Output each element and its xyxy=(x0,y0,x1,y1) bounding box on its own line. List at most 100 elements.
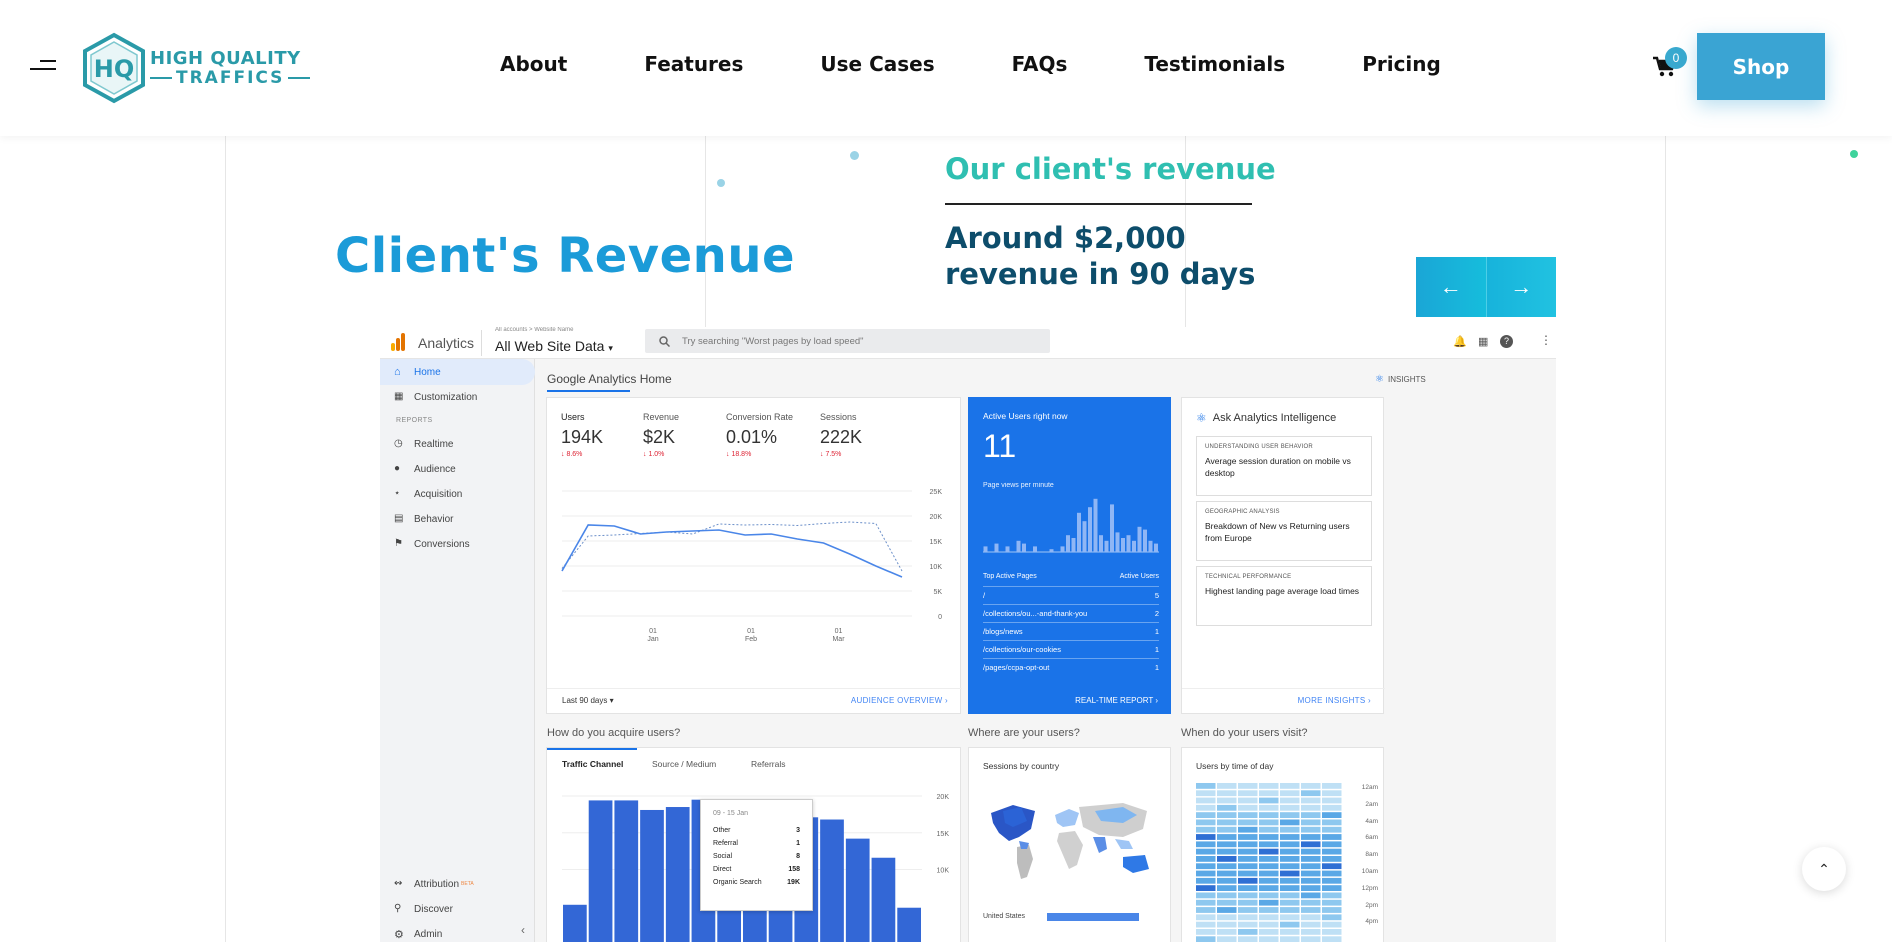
more-insights-link[interactable]: MORE INSIGHTS › xyxy=(1298,696,1371,705)
page-users: 1 xyxy=(1154,663,1159,672)
heatmap-cell xyxy=(1280,819,1300,826)
heatmap-cell xyxy=(1238,819,1258,826)
pageview-bar xyxy=(1077,512,1081,552)
heatmap-cell xyxy=(1322,907,1342,913)
heatmap-cell xyxy=(1280,899,1300,906)
heatmap-cell xyxy=(1301,892,1321,899)
page-users: 1 xyxy=(1154,645,1159,654)
scroll-to-top-button[interactable]: ⌃ xyxy=(1802,847,1846,891)
y-tick-label: 5K xyxy=(933,589,942,596)
heatmap-cell xyxy=(1322,826,1342,833)
heatmap-cell xyxy=(1196,804,1216,811)
acquisition-bar xyxy=(871,857,896,942)
sidebar-item-discover[interactable]: ⚲ Discover xyxy=(380,898,453,920)
intelligence-question-card[interactable]: GEOGRAPHIC ANALYSIS Breakdown of New vs R… xyxy=(1196,501,1372,561)
heatmap-cell xyxy=(1196,863,1216,870)
nav-features[interactable]: Features xyxy=(644,52,743,76)
property-selector[interactable]: All Web Site Data ▾ xyxy=(495,338,613,354)
collapse-sidebar-icon[interactable]: ‹ xyxy=(521,923,525,937)
previous-arrow-icon[interactable]: ← xyxy=(1416,257,1486,317)
heatmap-cell xyxy=(1238,834,1258,840)
heatmap-cell xyxy=(1238,797,1258,804)
acquisition-icon: ⋆ xyxy=(394,488,401,499)
sidebar-item-realtime[interactable]: ◷ Realtime xyxy=(380,433,453,455)
sidebar-item-conversions[interactable]: ⚑ Conversions xyxy=(380,533,470,555)
more-vert-icon[interactable]: ⋮ xyxy=(1540,333,1552,347)
heatmap-cell xyxy=(1259,856,1279,862)
tooltip-label: Organic Search xyxy=(713,879,762,886)
intelligence-icon: ⚛ xyxy=(1196,411,1207,425)
kpi-revenue[interactable]: Revenue $2K ↓ 1.0% xyxy=(643,412,679,458)
tab-traffic-channel[interactable]: Traffic Channel xyxy=(562,759,623,769)
heatmap-cell xyxy=(1280,826,1300,833)
nav-faqs[interactable]: FAQs xyxy=(1012,52,1068,76)
heatmap-cell xyxy=(1196,790,1216,797)
heatmap-cell xyxy=(1238,863,1258,870)
y-tick-label: 15K xyxy=(937,831,950,838)
decor-dot xyxy=(850,151,859,160)
pageview-bar xyxy=(1005,546,1010,552)
question-text: Breakdown of New vs Returning users from… xyxy=(1205,521,1350,543)
logo[interactable]: HQ HIGH QUALITY TRAFFICS xyxy=(80,32,311,104)
heatmap-cell xyxy=(1301,819,1321,826)
page-path: /collections/ou...-and-thank-you xyxy=(983,609,1088,618)
apps-grid-icon[interactable]: ▦ xyxy=(1478,335,1488,348)
sidebar-label: Conversions xyxy=(414,538,470,550)
menu-icon[interactable] xyxy=(30,58,56,72)
active-page-row[interactable]: /collections/our-cookies 1 xyxy=(983,640,1159,658)
intelligence-question-card[interactable]: UNDERSTANDING USER BEHAVIOR Average sessi… xyxy=(1196,436,1372,496)
heatmap-cell xyxy=(1196,907,1216,913)
help-icon[interactable]: ? xyxy=(1500,335,1513,348)
active-page-row[interactable]: /collections/ou...-and-thank-you 2 xyxy=(983,604,1159,622)
sidebar-label: Realtime xyxy=(414,438,454,450)
bell-icon[interactable]: 🔔 xyxy=(1453,335,1467,348)
nav-use-cases[interactable]: Use Cases xyxy=(820,52,934,76)
kpi-sessions[interactable]: Sessions 222K ↓ 7.5% xyxy=(820,412,862,458)
shop-button[interactable]: Shop xyxy=(1697,33,1825,100)
heatmap-cell xyxy=(1196,812,1216,818)
heatmap-cell xyxy=(1301,929,1321,935)
sidebar-item-behavior[interactable]: ▤ Behavior xyxy=(380,508,453,530)
insights-button[interactable]: ⚛ INSIGHTS xyxy=(1375,374,1426,385)
kpi-users[interactable]: Users 194K ↓ 8.6% xyxy=(561,412,603,458)
intelligence-question-card[interactable]: TECHNICAL PERFORMANCE Highest landing pag… xyxy=(1196,566,1372,626)
sidebar-item-customization[interactable]: ▦ Customization xyxy=(380,386,477,408)
tab-referrals[interactable]: Referrals xyxy=(751,759,785,769)
sidebar-item-acquisition[interactable]: ⋆ Acquisition xyxy=(380,483,462,505)
sidebar-item-admin[interactable]: ⚙ Admin xyxy=(380,923,442,942)
heatmap-cell xyxy=(1259,790,1279,797)
audience-overview-link[interactable]: AUDIENCE OVERVIEW › xyxy=(851,696,948,705)
sidebar-item-home[interactable]: ⌂ Home xyxy=(380,361,441,383)
logo-line2: TRAFFICS xyxy=(176,67,285,88)
heatmap-cell xyxy=(1322,804,1342,811)
nav-testimonials[interactable]: Testimonials xyxy=(1144,52,1285,76)
kpi-delta: 18.8% xyxy=(731,451,752,458)
active-page-row[interactable]: /pages/ccpa-opt-out 1 xyxy=(983,658,1159,676)
tooltip-label: Referral xyxy=(713,840,738,847)
kpi-conversion-rate[interactable]: Conversion Rate 0.01% ↓ 18.8% xyxy=(726,412,793,458)
heatmap-cell xyxy=(1217,877,1237,884)
tooltip-value: 1 xyxy=(796,840,800,847)
heatmap-cell xyxy=(1259,914,1279,921)
tab-source-medium[interactable]: Source / Medium xyxy=(652,759,716,769)
date-range-selector[interactable]: Last 90 days ▾ xyxy=(562,696,614,705)
y-tick-label: 10K xyxy=(930,564,943,571)
analytics-search-input[interactable]: Try searching "Worst pages by load speed… xyxy=(645,329,1050,353)
nav-pricing[interactable]: Pricing xyxy=(1362,52,1441,76)
nav-about[interactable]: About xyxy=(500,52,567,76)
sidebar-item-attribution[interactable]: ↭ Attribution BETA xyxy=(380,873,474,895)
when-subtitle: Users by time of day xyxy=(1196,761,1274,771)
hour-label: 6am xyxy=(1365,834,1378,842)
heatmap-cell xyxy=(1217,936,1237,942)
heatmap-cell xyxy=(1259,863,1279,870)
next-arrow-icon[interactable]: → xyxy=(1485,257,1556,317)
active-page-row[interactable]: /5 xyxy=(983,586,1159,604)
heatmap-cell xyxy=(1196,826,1216,833)
world-map xyxy=(991,803,1149,879)
realtime-report-link[interactable]: REAL-TIME REPORT › xyxy=(1075,696,1158,705)
sidebar-item-audience[interactable]: ● Audience xyxy=(380,458,456,480)
page-path: /pages/ccpa-opt-out xyxy=(983,663,1050,672)
active-page-row[interactable]: /blogs/news 1 xyxy=(983,622,1159,640)
heatmap-cell xyxy=(1322,790,1342,797)
y-tick-label: 20K xyxy=(930,514,943,521)
